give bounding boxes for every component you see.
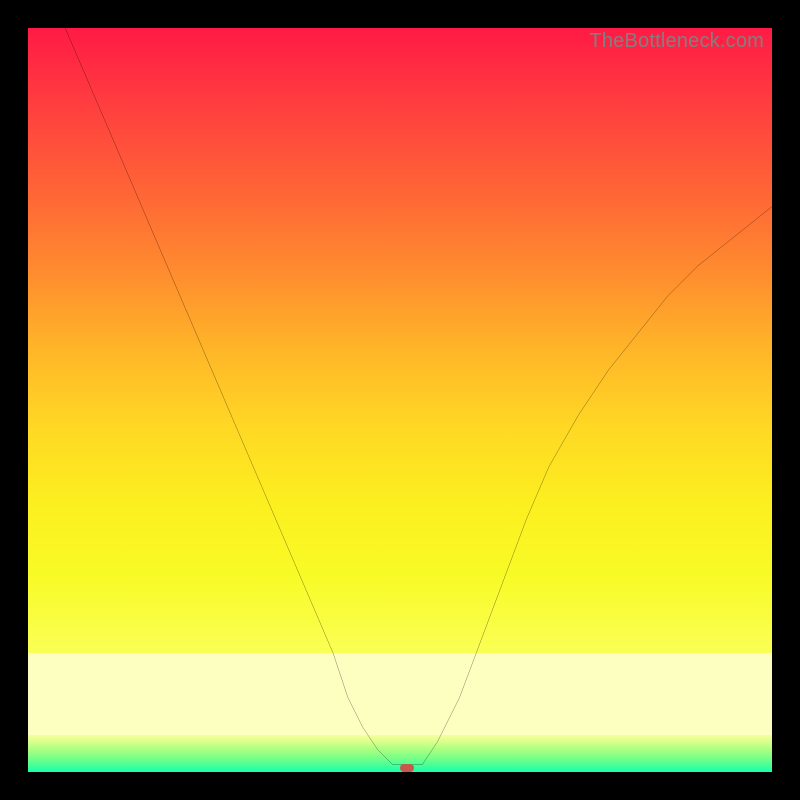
plot-area [28, 28, 772, 772]
watermark-text: TheBottleneck.com [589, 30, 764, 53]
optimal-marker [400, 764, 414, 772]
bottleneck-curve [28, 28, 772, 772]
chart-frame: TheBottleneck.com [0, 0, 800, 800]
